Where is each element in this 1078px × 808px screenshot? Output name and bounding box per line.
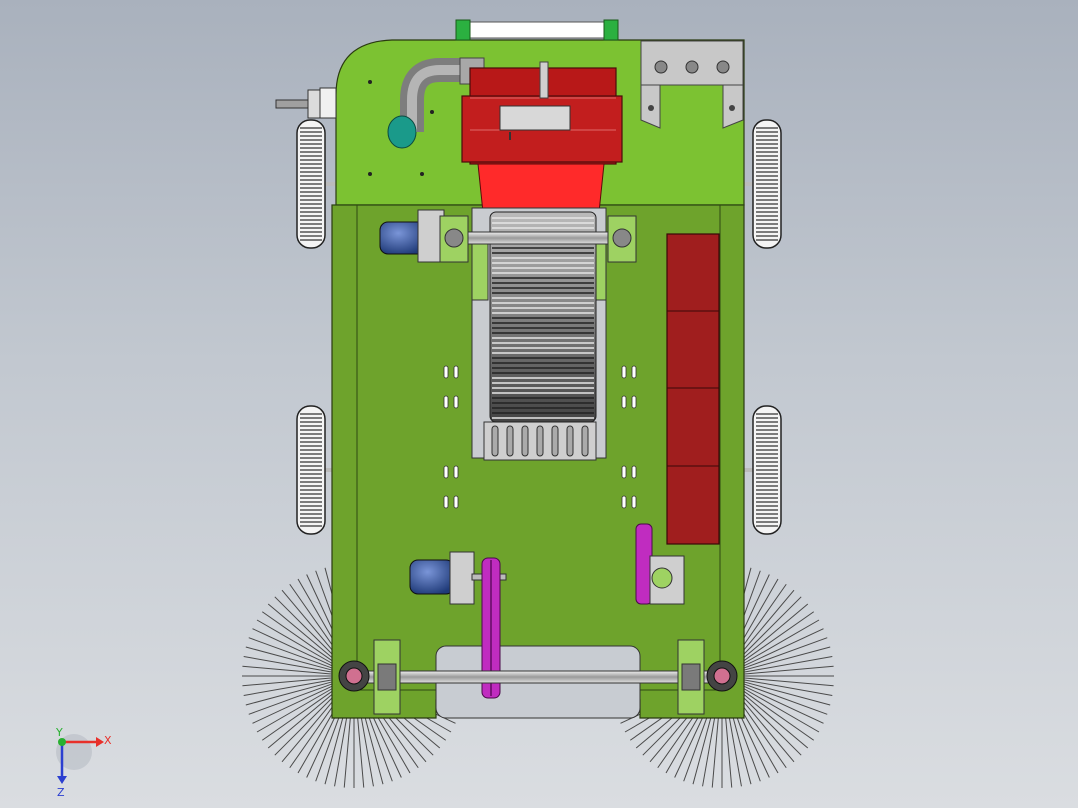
main-brush-roller-icon	[489, 211, 597, 457]
rear-bearing-right	[677, 639, 705, 715]
bristle	[256, 685, 337, 733]
slot-hole	[443, 395, 449, 409]
slot-hole	[453, 365, 459, 379]
bristle	[274, 689, 341, 756]
side-brush-hub-left	[338, 660, 370, 692]
slot-hole	[443, 365, 449, 379]
comb-tooth	[506, 425, 514, 457]
slot-hole	[631, 495, 637, 509]
battery-box-icon	[666, 233, 720, 545]
comb-tooth	[521, 425, 529, 457]
wheel-rear-right-icon	[742, 405, 782, 535]
slot-hole	[631, 465, 637, 479]
comb-tooth	[536, 425, 544, 457]
comb-tooth	[581, 425, 589, 457]
slot-hole	[443, 465, 449, 479]
bristle	[739, 619, 820, 667]
slot-hole	[453, 395, 459, 409]
cad-viewport[interactable]: X Y Z	[0, 0, 1078, 808]
comb-tooth	[491, 425, 499, 457]
slot-hole	[621, 395, 627, 409]
wheel-front-left-icon	[296, 119, 336, 249]
slot-hole	[621, 495, 627, 509]
comb-tooth	[566, 425, 574, 457]
bristle	[736, 688, 809, 749]
slot-hole	[443, 495, 449, 509]
side-brush-hub-right	[706, 660, 738, 692]
triad-z-label: Z	[57, 786, 65, 799]
bristle	[256, 619, 337, 667]
rear-axle	[351, 670, 729, 684]
wheel-rear-left-icon	[296, 405, 336, 535]
steering-rod-icon	[275, 87, 337, 119]
slot-hole	[631, 395, 637, 409]
bristle	[739, 685, 820, 733]
slot-hole	[453, 495, 459, 509]
wheel-front-right-icon	[742, 119, 782, 249]
bristle	[735, 689, 802, 756]
bearing-block-right	[607, 215, 637, 263]
main-shaft	[465, 231, 613, 245]
slot-hole	[621, 365, 627, 379]
bristle	[267, 603, 340, 664]
front-bumper-bar	[455, 19, 619, 41]
slot-hole	[621, 465, 627, 479]
bristle	[736, 603, 809, 664]
slot-hole	[453, 465, 459, 479]
comb-tooth	[551, 425, 559, 457]
orientation-triad: X Y Z	[55, 726, 112, 799]
triad-x-label: X	[104, 734, 112, 747]
bristle	[274, 596, 341, 663]
bristle	[735, 596, 802, 663]
rear-bearing-left	[373, 639, 401, 715]
dust-hopper	[461, 61, 623, 165]
bristle	[267, 688, 340, 749]
triad-y-label: Y	[55, 726, 63, 739]
slot-hole	[631, 365, 637, 379]
